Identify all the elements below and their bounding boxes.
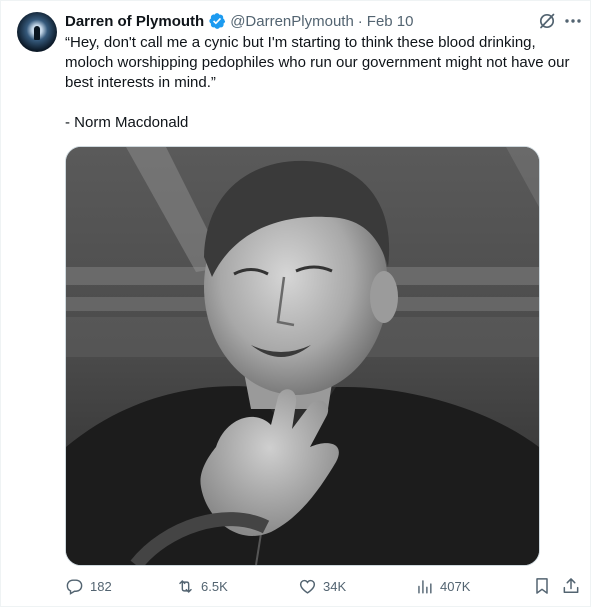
author-name[interactable]: Darren of Plymouth: [65, 13, 204, 30]
tweet-card[interactable]: Darren of Plymouth @DarrenPlymouth · Feb…: [0, 0, 591, 607]
more-icon[interactable]: [563, 11, 583, 31]
separator: ·: [357, 12, 363, 30]
like-button[interactable]: 34K: [298, 575, 346, 597]
author-handle[interactable]: @DarrenPlymouth: [230, 13, 354, 30]
action-bar: 182 6.5K 34K 407K: [65, 575, 585, 597]
views-button[interactable]: 407K: [415, 575, 470, 597]
views-icon: [418, 579, 432, 594]
tweet-photo[interactable]: [65, 146, 540, 566]
tweet-body: “Hey, don't call me a cynic but I'm star…: [65, 34, 570, 91]
like-icon: [299, 579, 316, 594]
avatar[interactable]: [17, 12, 57, 52]
reply-button[interactable]: 182: [65, 575, 112, 597]
repost-icon: [179, 579, 192, 593]
reply-icon: [66, 578, 83, 595]
repost-button[interactable]: 6.5K: [176, 575, 228, 597]
grok-icon[interactable]: [537, 11, 557, 31]
share-icon[interactable]: [561, 576, 581, 596]
tweet-date[interactable]: Feb 10: [367, 13, 414, 30]
tweet-header: Darren of Plymouth @DarrenPlymouth · Feb…: [65, 11, 414, 31]
tweet-text: “Hey, don't call me a cynic but I'm star…: [65, 33, 575, 133]
verified-badge-icon: [208, 12, 226, 30]
bookmark-icon[interactable]: [532, 576, 552, 596]
reply-count: 182: [90, 578, 112, 594]
views-count: 407K: [440, 578, 471, 594]
repost-count: 6.5K: [201, 578, 228, 594]
photo-portrait: [66, 147, 539, 565]
tweet-attribution: - Norm Macdonald: [65, 114, 189, 131]
like-count: 34K: [323, 578, 347, 594]
